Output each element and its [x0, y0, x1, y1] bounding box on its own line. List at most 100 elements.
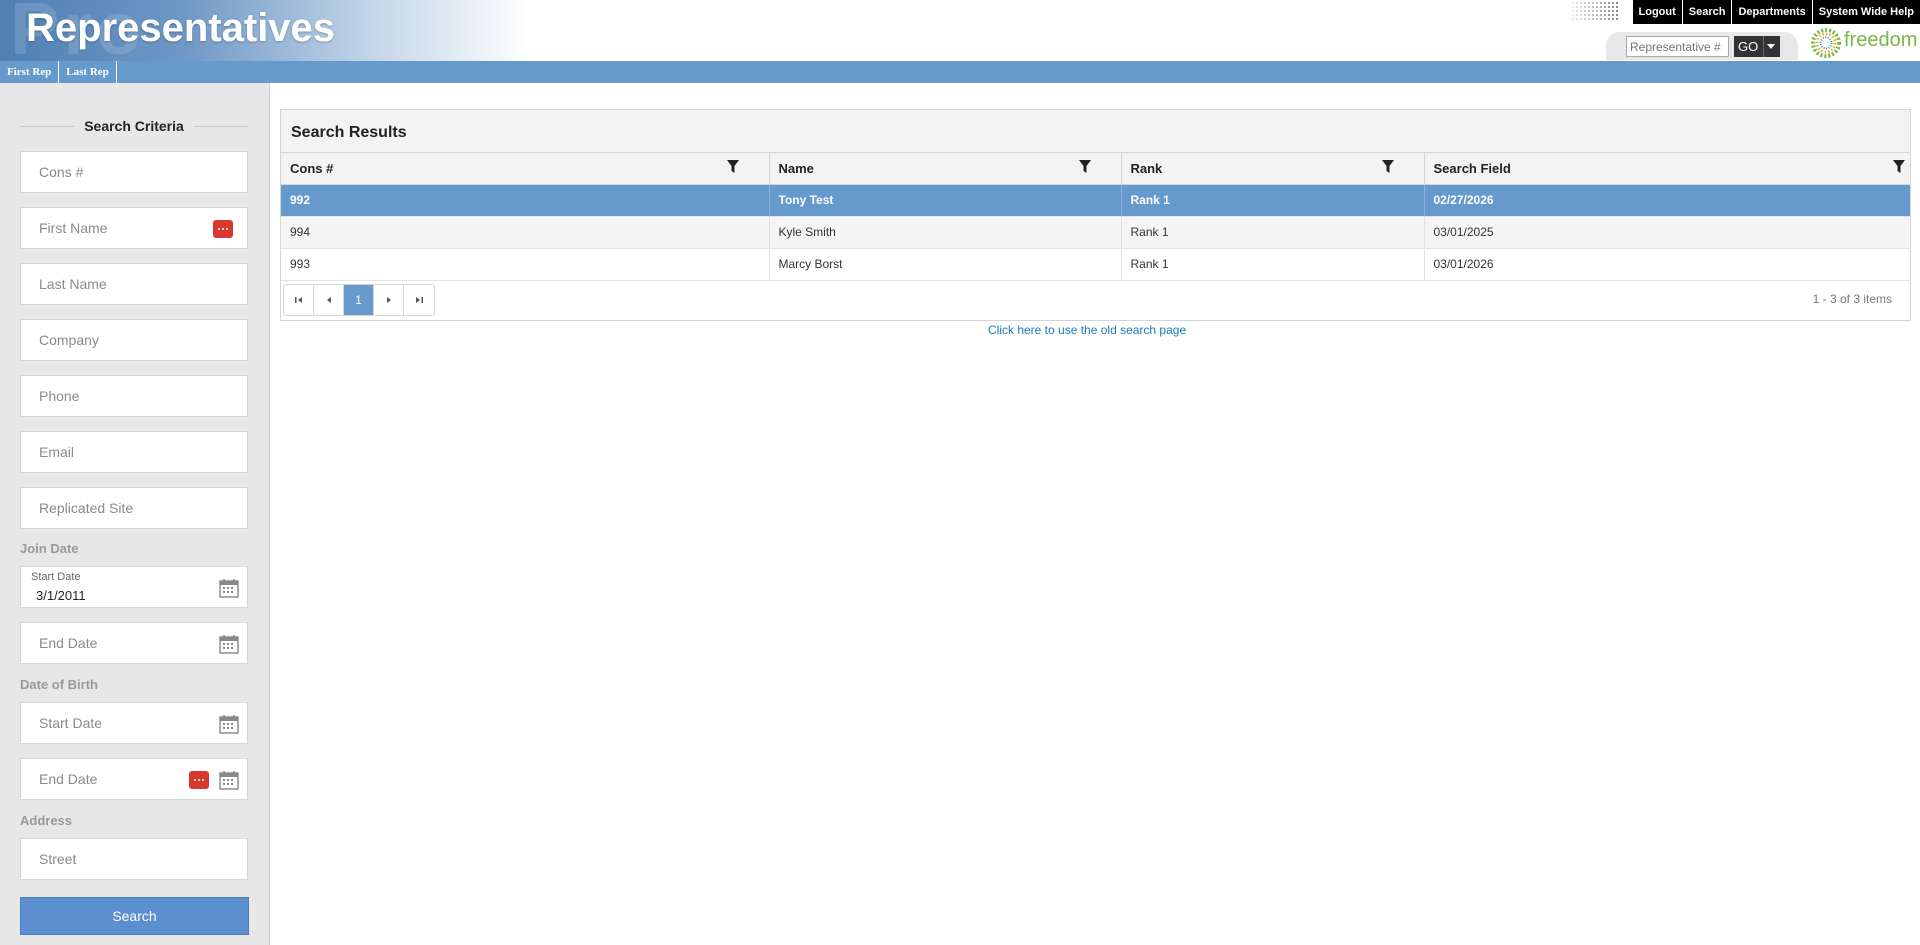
column-header-rank[interactable]: Rank	[1121, 153, 1425, 185]
email-input[interactable]	[21, 432, 247, 472]
filter-icon[interactable]	[1381, 160, 1394, 174]
column-header-label: Name	[778, 160, 814, 176]
replicated-site-field	[20, 487, 248, 529]
freedom-logo: freedom	[1810, 27, 1920, 58]
pager-info: 1 - 3 of 3 items	[1812, 292, 1892, 306]
departments-link[interactable]: Departments	[1731, 0, 1812, 24]
old-search-page-link[interactable]: Click here to use the old search page	[988, 323, 1186, 337]
table-row[interactable]: 992 Tony Test Rank 1 02/27/2026	[281, 184, 1910, 217]
logout-link[interactable]: Logout	[1631, 0, 1682, 24]
column-header-label: Cons #	[290, 160, 334, 176]
grid-header-row: Cons # Name Rank Search Field	[281, 153, 1910, 185]
dob-end-date-field	[20, 758, 248, 800]
dob-start-date-field	[20, 702, 248, 744]
column-header-label: Rank	[1130, 160, 1163, 176]
calendar-icon[interactable]	[219, 714, 239, 734]
search-criteria-heading: Search Criteria	[20, 117, 248, 135]
cell-rank: Rank 1	[1121, 248, 1425, 281]
first-page-button[interactable]	[284, 285, 314, 315]
company-input[interactable]	[21, 320, 247, 360]
first-name-field	[20, 207, 248, 249]
results-grid: Cons # Name Rank Search Field 992 Tony T…	[281, 153, 1910, 281]
last-name-input[interactable]	[21, 264, 247, 304]
join-start-date-value: 3/1/2011	[36, 588, 86, 603]
join-end-date-field	[20, 622, 248, 664]
search-link[interactable]: Search	[1681, 0, 1732, 24]
header: Pro Representatives Logout Search Depart…	[0, 0, 1920, 61]
cell-rank: Rank 1	[1121, 216, 1425, 249]
street-field	[20, 838, 248, 880]
first-page-icon	[294, 297, 302, 303]
top-links: Logout Search Departments System Wide He…	[1631, 0, 1920, 24]
table-row[interactable]: 994 Kyle Smith Rank 1 03/01/2025	[281, 216, 1910, 249]
cell-cons: 992	[281, 184, 770, 217]
cell-name: Tony Test	[769, 184, 1122, 217]
page-number-button[interactable]: 1	[344, 285, 374, 315]
email-field	[20, 431, 248, 473]
go-label: GO	[1738, 39, 1759, 54]
column-header-search-field[interactable]: Search Field	[1424, 153, 1910, 185]
search-results-title: Search Results	[281, 110, 1910, 153]
phone-field	[20, 375, 248, 417]
table-row[interactable]: 993 Marcy Borst Rank 1 03/01/2026	[281, 248, 1910, 281]
grid-decoration	[1572, 0, 1618, 20]
dob-start-date-input[interactable]	[21, 703, 247, 743]
calendar-icon[interactable]	[219, 634, 239, 654]
nav-first-rep[interactable]: First Rep	[0, 61, 60, 83]
dob-end-date-input[interactable]	[21, 759, 247, 799]
banner: Pro Representatives	[0, 0, 530, 61]
logo-text: freedom	[1844, 29, 1918, 51]
join-start-date-label: Start Date	[31, 571, 81, 583]
quick-search: GO	[1606, 32, 1798, 60]
phone-input[interactable]	[21, 376, 247, 416]
last-page-button[interactable]	[404, 285, 434, 315]
cons-number-input[interactable]	[21, 152, 247, 192]
last-page-icon	[416, 297, 423, 303]
next-page-icon	[386, 297, 391, 303]
next-page-button[interactable]	[374, 285, 404, 315]
join-start-date-field[interactable]: Start Date 3/1/2011	[20, 566, 248, 608]
page-title: Representatives	[26, 6, 336, 50]
company-field	[20, 319, 248, 361]
calendar-icon[interactable]	[219, 770, 239, 790]
search-criteria-title: Search Criteria	[84, 118, 184, 134]
password-manager-icon[interactable]	[189, 771, 209, 789]
column-header-label: Search Field	[1433, 160, 1511, 176]
nav-bar: First Rep Last Rep	[0, 61, 1920, 83]
cell-cons: 993	[281, 248, 770, 281]
street-input[interactable]	[21, 839, 247, 879]
date-of-birth-label: Date of Birth	[20, 677, 98, 692]
calendar-icon[interactable]	[219, 578, 239, 598]
cell-name: Kyle Smith	[769, 216, 1122, 249]
previous-page-icon	[326, 297, 331, 303]
system-wide-help-link[interactable]: System Wide Help	[1811, 0, 1920, 24]
search-sidebar: Search Criteria Join Date Start Date 3/1…	[0, 83, 270, 945]
cell-rank: Rank 1	[1121, 184, 1425, 217]
search-results-panel: Search Results Cons # Name Rank Search F…	[280, 109, 1911, 321]
previous-page-button[interactable]	[314, 285, 344, 315]
search-button[interactable]: Search	[20, 897, 249, 935]
cons-field	[20, 151, 248, 193]
replicated-site-input[interactable]	[21, 488, 247, 528]
address-label: Address	[20, 813, 73, 828]
cell-name: Marcy Borst	[769, 248, 1122, 281]
filter-icon[interactable]	[1893, 160, 1905, 174]
representative-number-input[interactable]	[1626, 36, 1729, 57]
pager: 1	[283, 284, 435, 316]
cell-search-field: 03/01/2026	[1424, 248, 1910, 281]
cell-cons: 994	[281, 216, 770, 249]
password-manager-icon[interactable]	[213, 220, 233, 238]
cell-search-field: 03/01/2025	[1424, 216, 1910, 249]
logo-sunburst-icon	[1811, 28, 1841, 58]
last-name-field	[20, 263, 248, 305]
filter-icon[interactable]	[1078, 160, 1091, 174]
nav-last-rep[interactable]: Last Rep	[59, 61, 117, 83]
go-dropdown-icon[interactable]	[1763, 36, 1777, 57]
go-button[interactable]: GO	[1734, 36, 1780, 57]
filter-icon[interactable]	[726, 160, 739, 174]
join-date-label: Join Date	[20, 541, 79, 556]
cell-search-field: 02/27/2026	[1424, 184, 1910, 217]
column-header-cons[interactable]: Cons #	[281, 153, 770, 185]
join-end-date-input[interactable]	[21, 623, 247, 663]
column-header-name[interactable]: Name	[769, 153, 1122, 185]
